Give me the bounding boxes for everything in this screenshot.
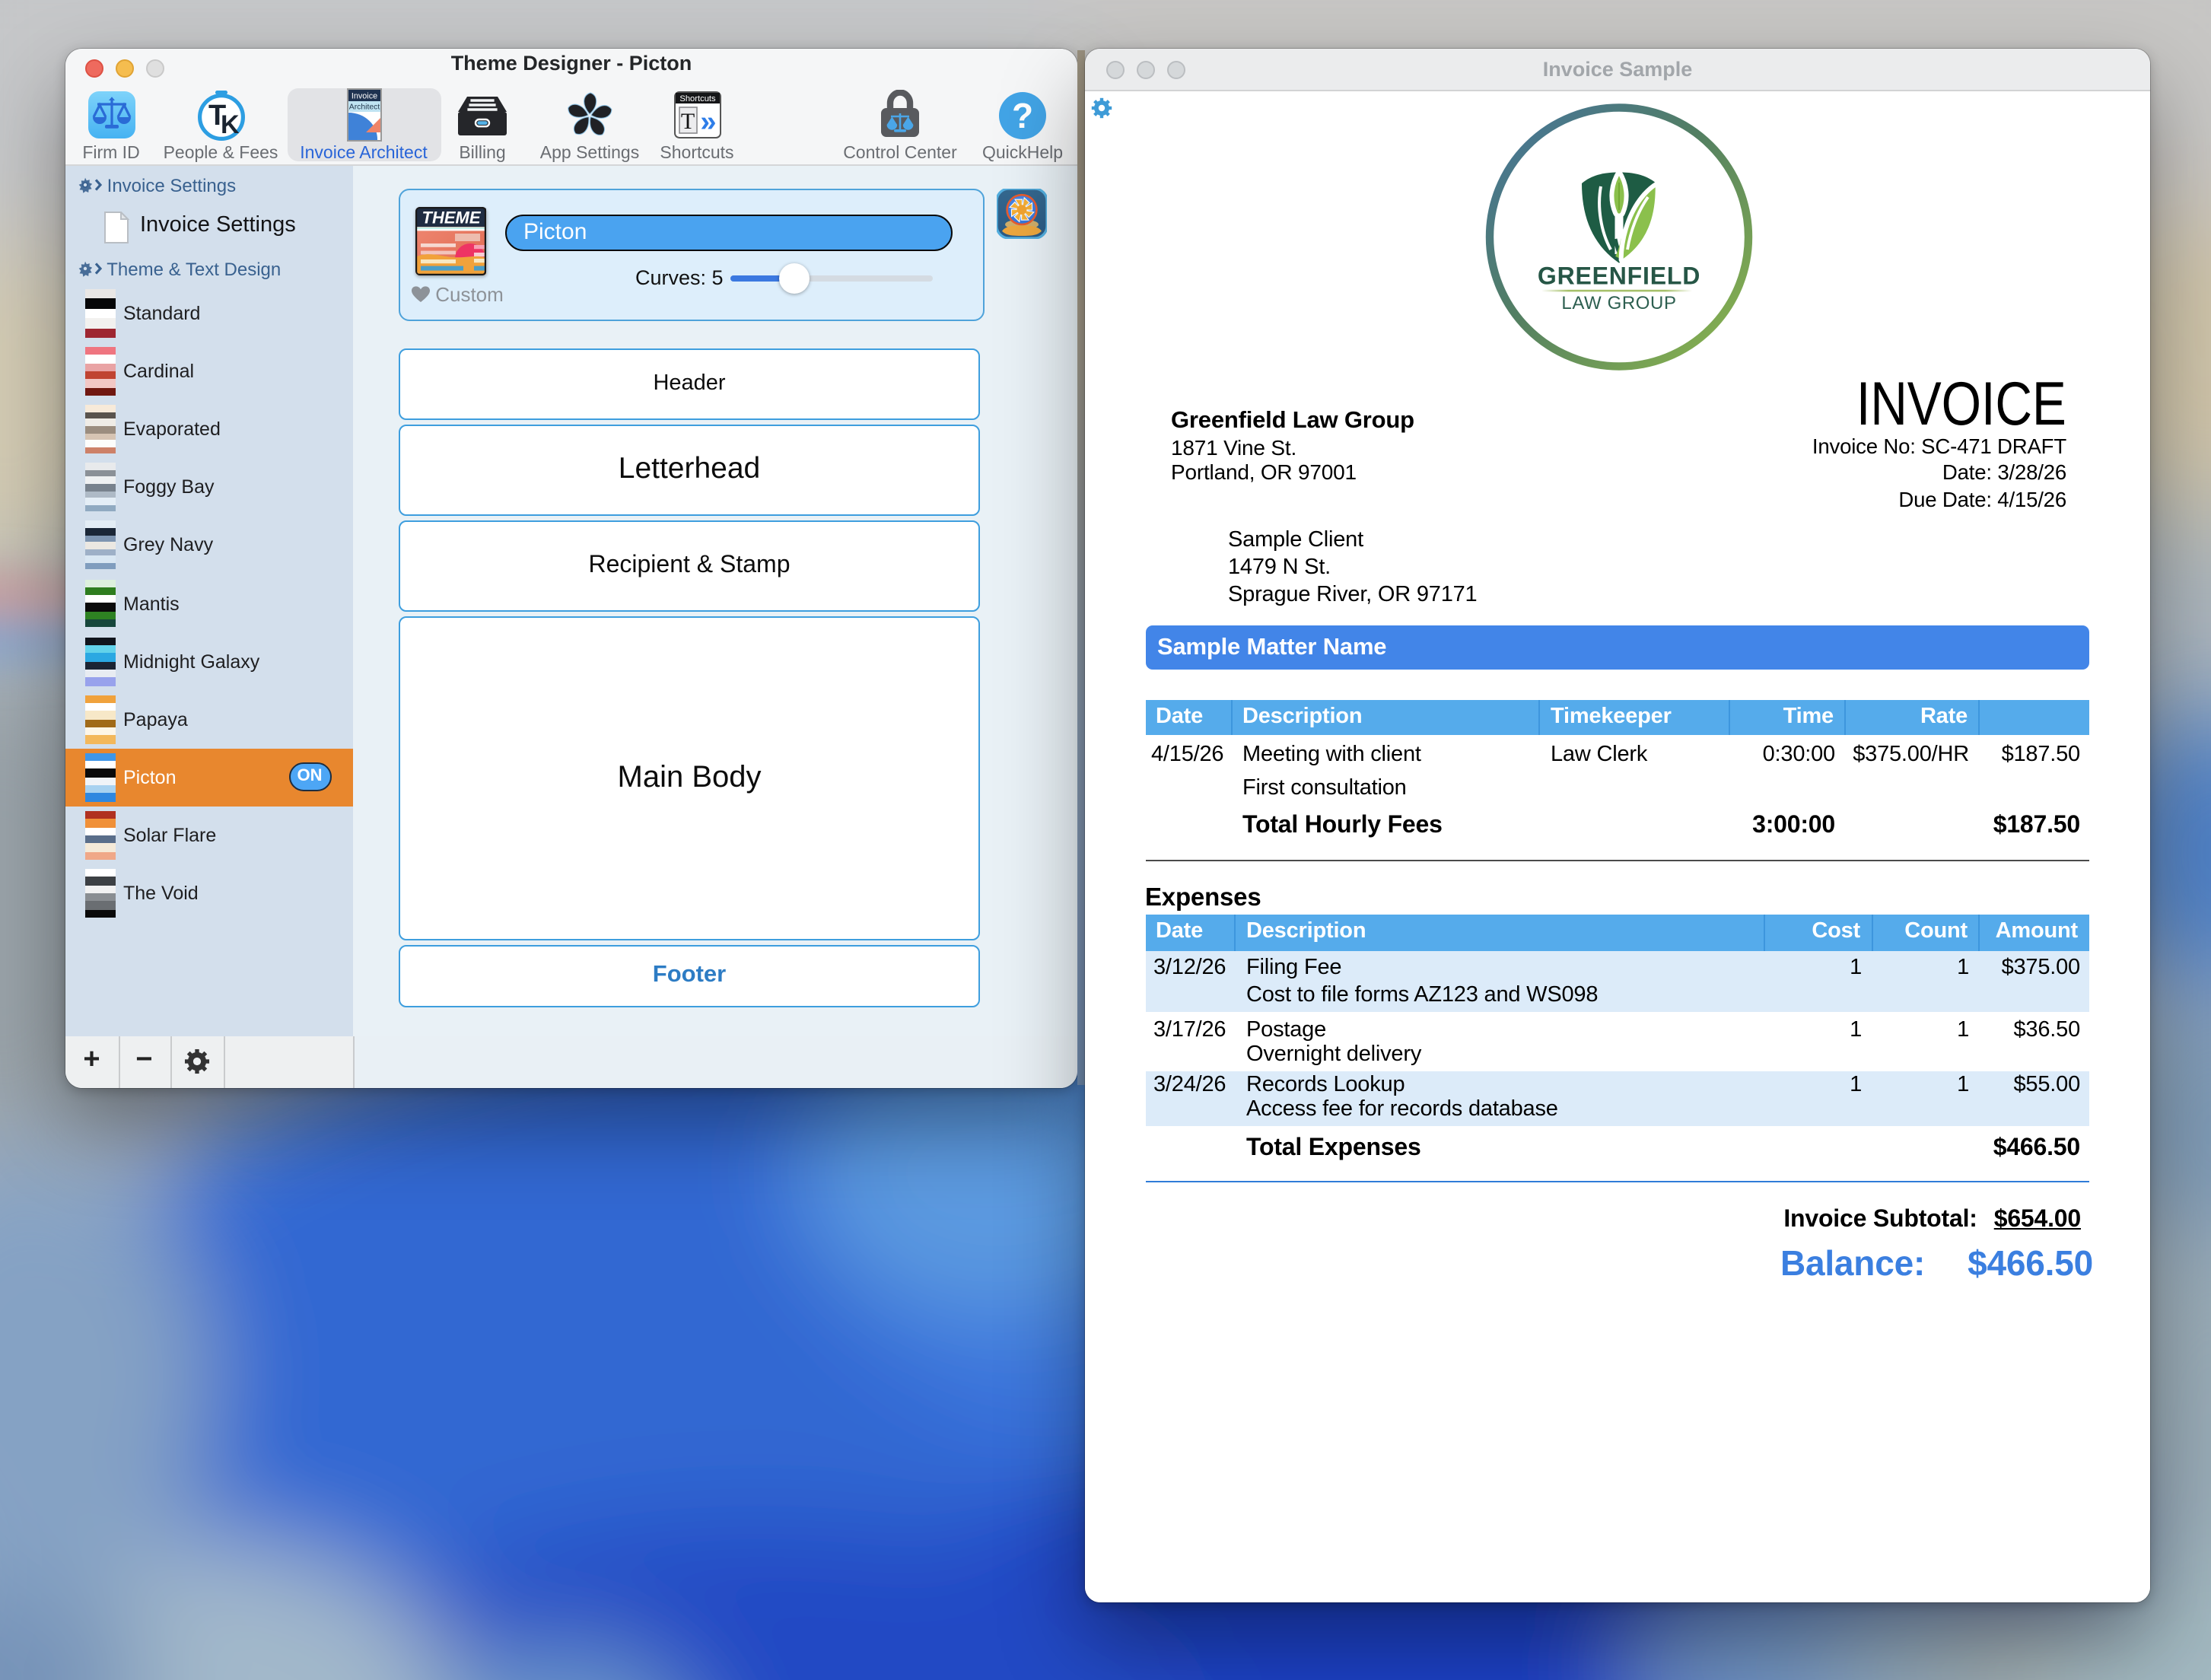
svg-text:Shortcuts: Shortcuts [679,94,715,103]
svg-text:LAW GROUP: LAW GROUP [1561,293,1676,313]
svg-text:?: ? [1012,95,1033,135]
svg-text:Architect: Architect [348,103,380,112]
svg-text:GREENFIELD: GREENFIELD [1538,262,1700,290]
svg-text:Invoice: Invoice [351,92,377,101]
svg-text:»: » [699,106,715,138]
svg-text:T: T [680,109,694,134]
svg-text:K: K [220,110,239,138]
svg-text:THEME: THEME [422,208,482,228]
